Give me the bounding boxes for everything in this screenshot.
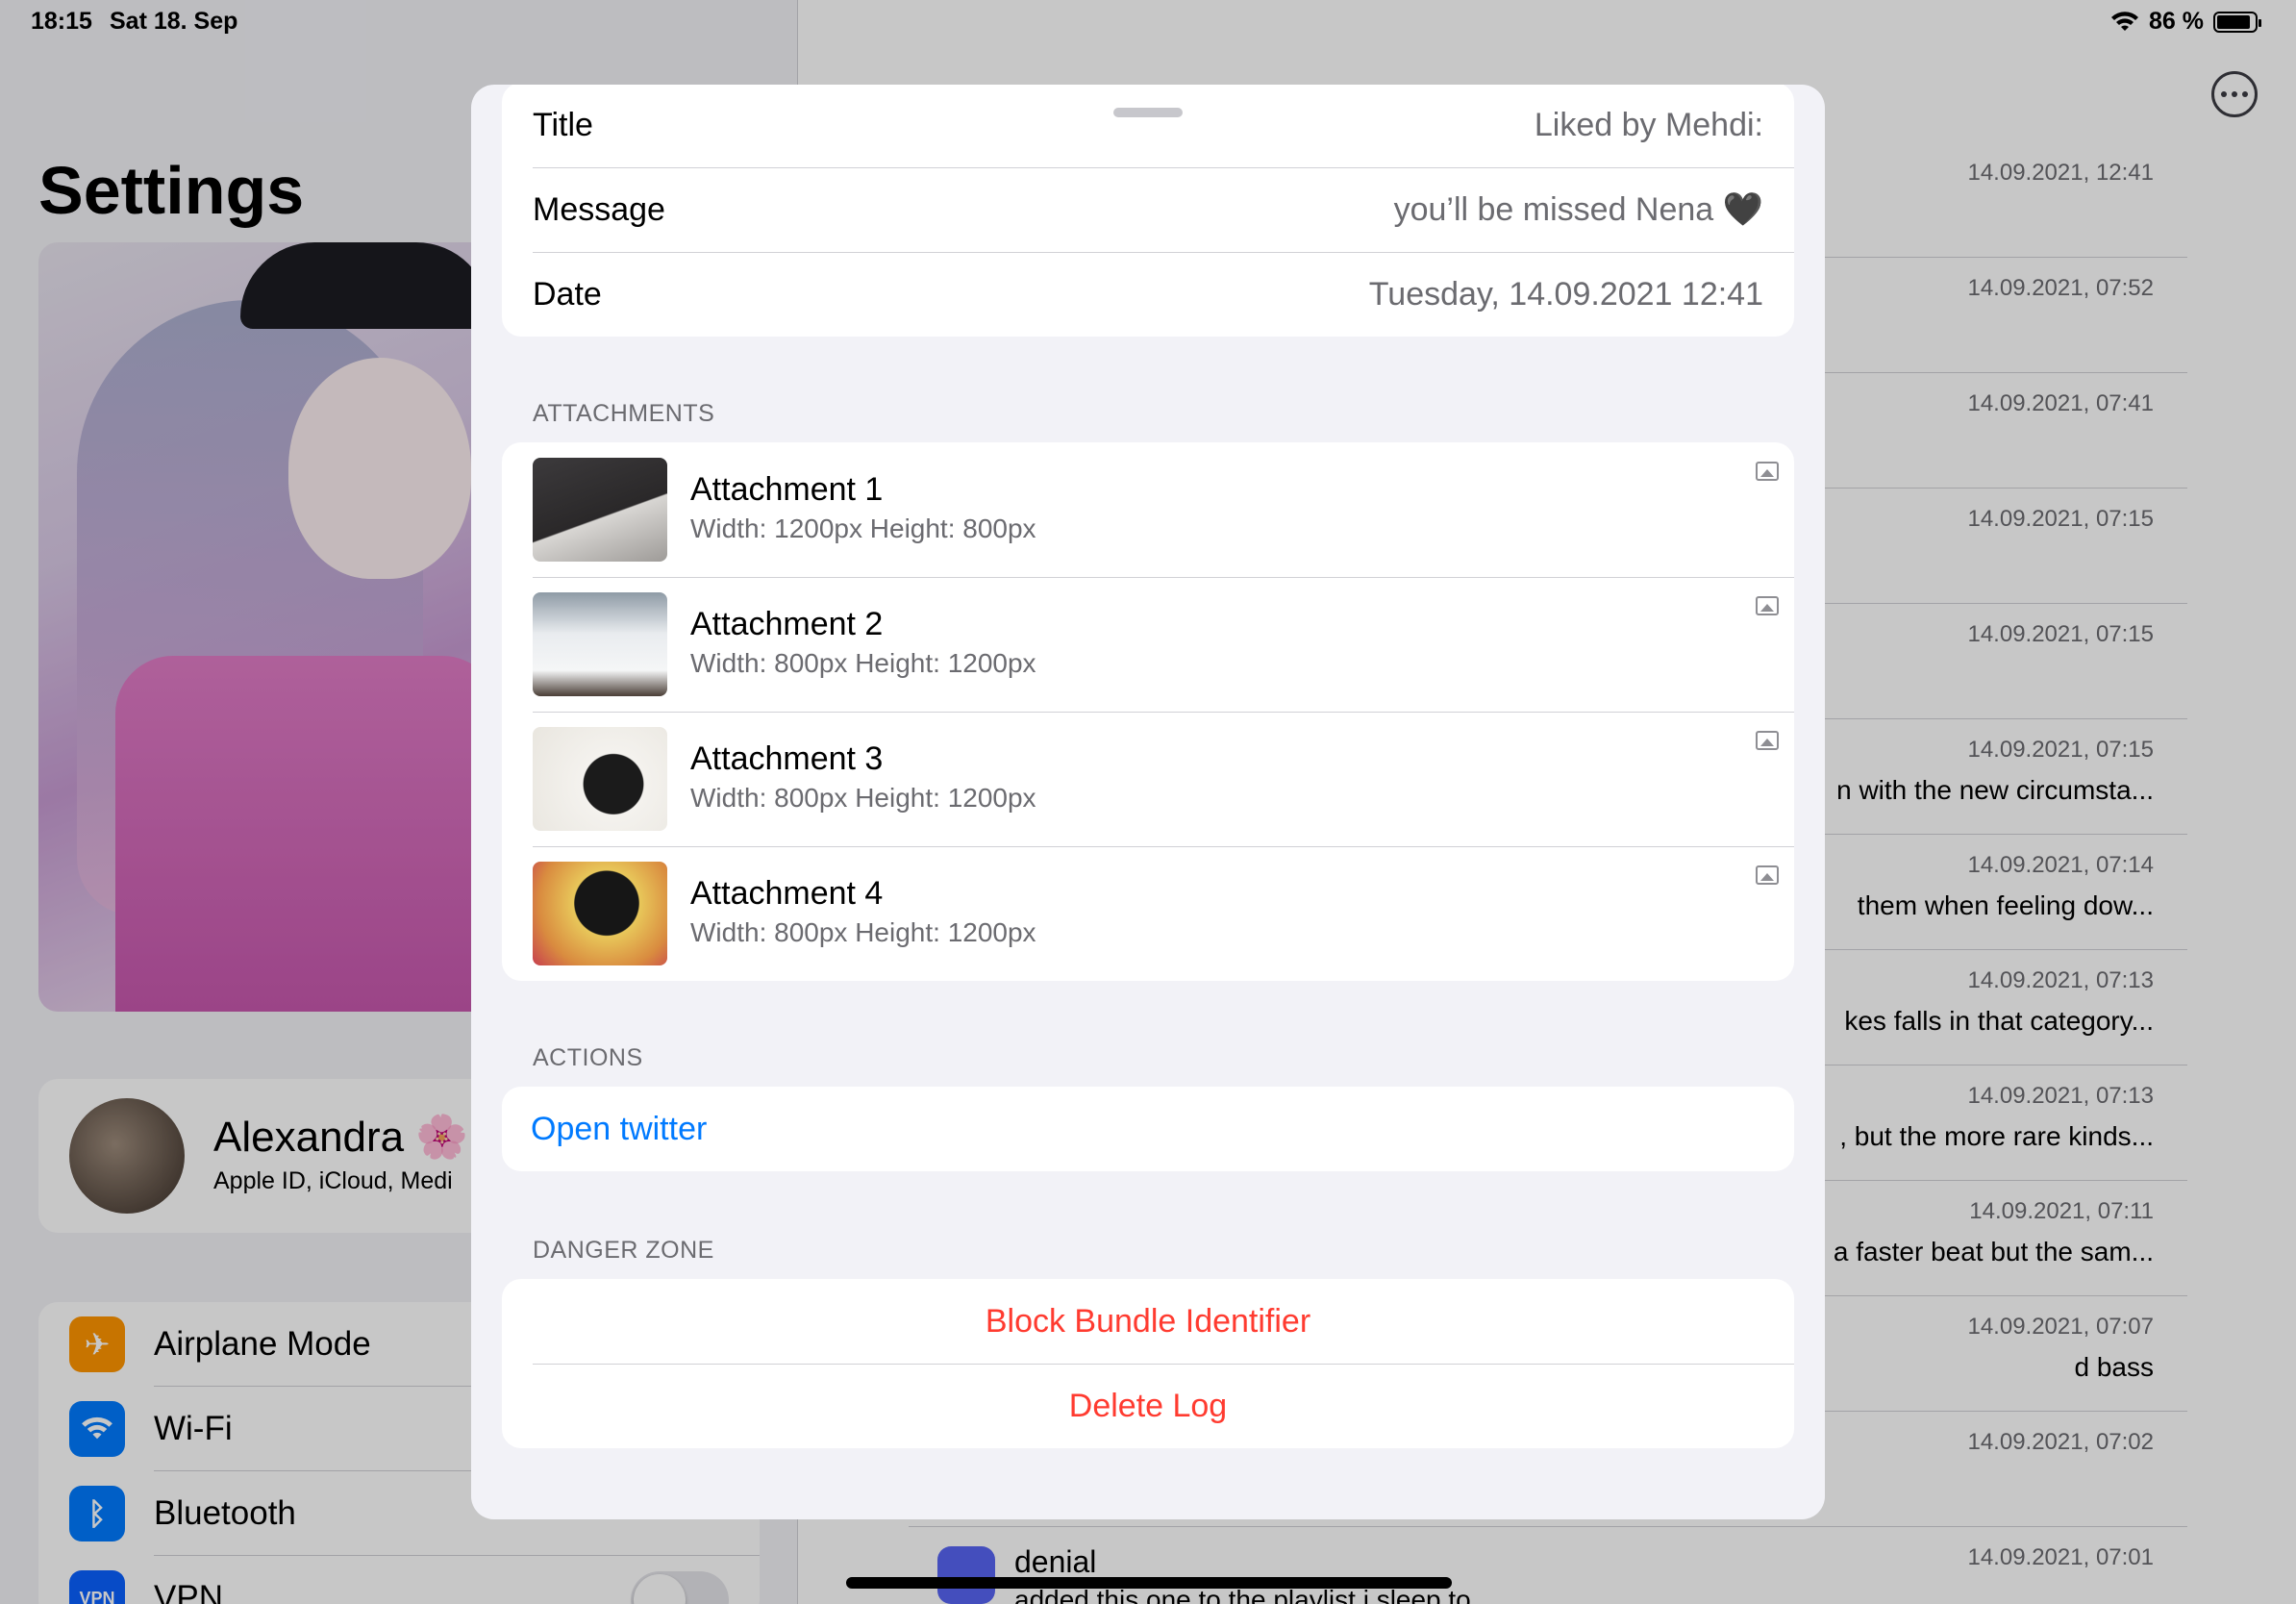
- attachments-group: Attachment 1 Width: 1200px Height: 800px…: [502, 442, 1794, 981]
- screen: 18:15 Sat 18. Sep 86 % Settings Alexandr…: [0, 0, 2296, 1604]
- detail-value: Tuesday, 14.09.2021 12:41: [1368, 275, 1763, 313]
- image-icon: [1756, 865, 1779, 885]
- danger-zone-group: Block Bundle Identifier Delete Log: [502, 1279, 1794, 1448]
- attachment-thumbnail: [533, 862, 667, 965]
- delete-log-label: Delete Log: [1068, 1387, 1228, 1424]
- attachment-size: Width: 800px Height: 1200px: [690, 783, 1036, 813]
- detail-value: you’ll be missed Nena 🖤: [1393, 191, 1763, 228]
- attachment-title: Attachment 1: [690, 471, 884, 508]
- block-bundle-label: Block Bundle Identifier: [985, 1302, 1311, 1340]
- attachment-thumbnail: [533, 592, 667, 696]
- attachment-row[interactable]: Attachment 3 Width: 800px Height: 1200px: [502, 712, 1794, 846]
- image-icon: [1756, 596, 1779, 615]
- detail-row-title: Title Liked by Mehdi:: [502, 85, 1794, 167]
- delete-log-button[interactable]: Delete Log: [502, 1364, 1794, 1448]
- image-icon: [1756, 462, 1779, 481]
- open-twitter-button[interactable]: Open twitter: [502, 1087, 1794, 1171]
- block-bundle-identifier-button[interactable]: Block Bundle Identifier: [502, 1279, 1794, 1364]
- attachment-row[interactable]: Attachment 2 Width: 800px Height: 1200px: [502, 577, 1794, 712]
- attachment-size: Width: 800px Height: 1200px: [690, 917, 1036, 947]
- image-icon: [1756, 731, 1779, 750]
- attachment-size: Width: 1200px Height: 800px: [690, 514, 1036, 543]
- danger-zone-header: DANGER ZONE: [533, 1237, 714, 1264]
- detail-key: Message: [533, 190, 665, 228]
- sheet-grabber[interactable]: [1113, 108, 1183, 117]
- attachment-row[interactable]: Attachment 4 Width: 800px Height: 1200px: [502, 846, 1794, 981]
- actions-header: ACTIONS: [533, 1044, 643, 1071]
- open-twitter-label: Open twitter: [531, 1110, 708, 1147]
- status-bar: 18:15 Sat 18. Sep 86 %: [0, 0, 2296, 46]
- detail-key: Date: [533, 275, 602, 313]
- wifi-status-icon: [2111, 11, 2139, 31]
- attachments-header: ATTACHMENTS: [533, 400, 715, 427]
- detail-row-message: Message you’ll be missed Nena 🖤: [502, 167, 1794, 252]
- detail-row-date: Date Tuesday, 14.09.2021 12:41: [502, 252, 1794, 337]
- details-group: Title Liked by Mehdi: Message you’ll be …: [502, 85, 1794, 337]
- detail-key: Title: [533, 106, 593, 143]
- attachment-size: Width: 800px Height: 1200px: [690, 648, 1036, 678]
- detail-value: Liked by Mehdi:: [1534, 106, 1763, 143]
- status-date: Sat 18. Sep: [110, 8, 238, 35]
- attachment-title: Attachment 4: [690, 875, 884, 912]
- attachment-title: Attachment 3: [690, 740, 884, 777]
- attachment-thumbnail: [533, 727, 667, 831]
- battery-icon: [2213, 11, 2261, 33]
- attachment-thumbnail: [533, 458, 667, 562]
- battery-percent: 86 %: [2149, 8, 2204, 35]
- home-indicator[interactable]: [846, 1577, 1452, 1589]
- attachment-row[interactable]: Attachment 1 Width: 1200px Height: 800px: [502, 442, 1794, 577]
- attachment-title: Attachment 2: [690, 606, 884, 642]
- actions-group: Open twitter: [502, 1087, 1794, 1171]
- status-time: 18:15: [31, 8, 92, 35]
- status-right: 86 %: [2110, 8, 2261, 36]
- notification-detail-sheet: Title Liked by Mehdi: Message you’ll be …: [471, 85, 1825, 1519]
